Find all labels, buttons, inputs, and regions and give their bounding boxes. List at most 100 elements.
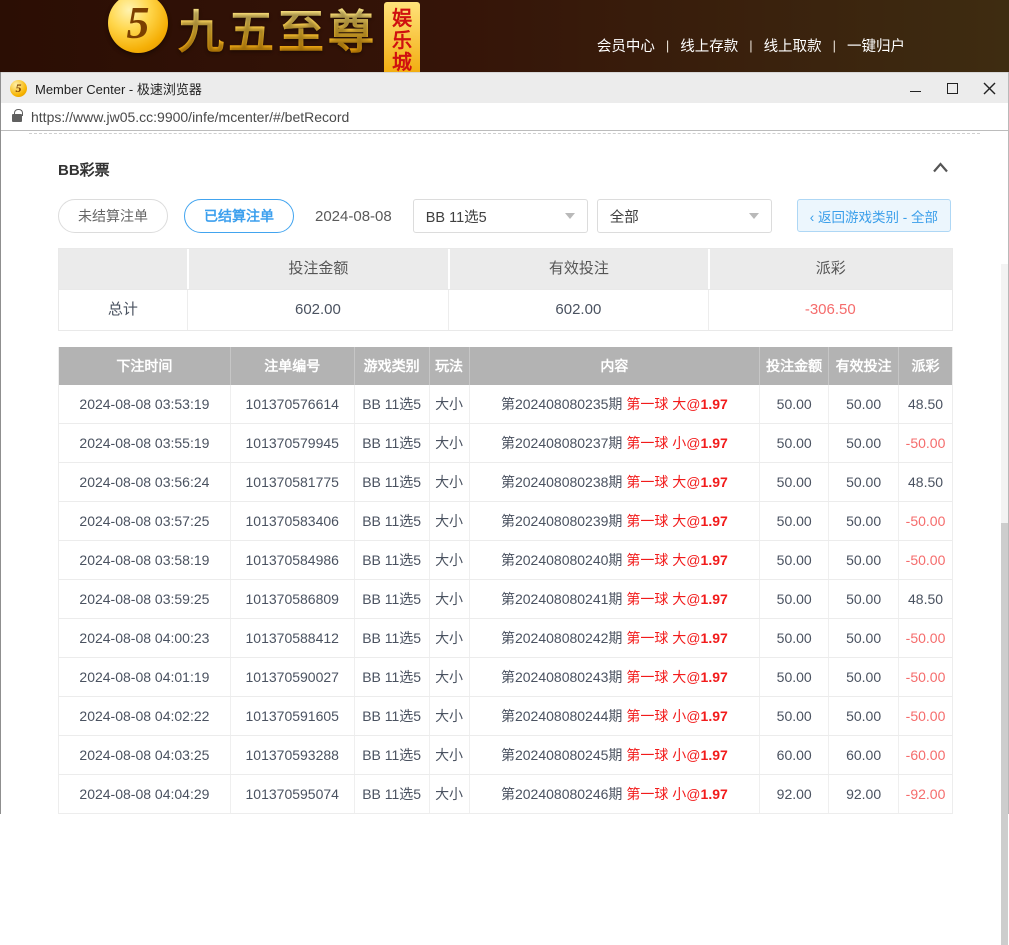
pick-selection: 第一球 小@ — [626, 708, 700, 724]
bet-content: 第202408080246期第一球 小@1.97 — [469, 775, 760, 813]
bet-time: 2024-08-08 04:04:29 — [59, 775, 230, 813]
minimize-button[interactable] — [897, 73, 934, 104]
bet-id: 101370584986 — [230, 541, 354, 579]
bet-time: 2024-08-08 03:57:25 — [59, 502, 230, 540]
game-type: BB 11选5 — [354, 424, 429, 462]
casino-banner: 5 九五至尊 娱 乐 城 会员中心 | 线上存款 | 线上取款 | 一键归户 — [0, 0, 1009, 72]
nav-separator: | — [833, 38, 836, 53]
payout: -50.00 — [898, 424, 952, 462]
odds-value: 1.97 — [701, 396, 728, 412]
bet-time: 2024-08-08 03:56:24 — [59, 463, 230, 501]
game-type: BB 11选5 — [354, 463, 429, 501]
odds-value: 1.97 — [701, 552, 728, 568]
odds-value: 1.97 — [701, 435, 728, 451]
play-type: 大小 — [429, 697, 469, 735]
odds-value: 1.97 — [701, 474, 728, 490]
nav-member-center[interactable]: 会员中心 — [597, 35, 655, 56]
url-text: https://www.jw05.cc:9900/infe/mcenter/#/… — [31, 109, 349, 125]
play-type: 大小 — [429, 385, 469, 423]
period-number: 第202408080244期 — [501, 708, 622, 724]
payout: -60.00 — [898, 736, 952, 774]
type-select[interactable]: 全部 — [597, 199, 772, 233]
badge-char: 乐 — [384, 30, 420, 52]
bet-amount: 50.00 — [759, 658, 828, 696]
valid-bet: 50.00 — [828, 502, 898, 540]
odds-value: 1.97 — [701, 786, 728, 802]
tab-unsettled-bets[interactable]: 未结算注单 — [58, 199, 168, 233]
top-nav: 会员中心 | 线上存款 | 线上取款 | 一键归户 — [597, 35, 905, 56]
nav-separator: | — [666, 38, 669, 53]
table-row: 2024-08-08 04:01:19 101370590027 BB 11选5… — [59, 657, 952, 696]
logo-badge: 娱 乐 城 — [384, 2, 420, 72]
pick-selection: 第一球 大@ — [626, 591, 700, 607]
close-button[interactable] — [971, 73, 1008, 104]
period-number: 第202408080241期 — [501, 591, 622, 607]
tab-settled-bets[interactable]: 已结算注单 — [184, 199, 294, 233]
table-row: 2024-08-08 04:04:29 101370595074 BB 11选5… — [59, 774, 952, 813]
nav-separator: | — [749, 38, 752, 53]
pick-selection: 第一球 小@ — [626, 435, 700, 451]
bet-time: 2024-08-08 03:53:19 — [59, 385, 230, 423]
table-row: 2024-08-08 04:00:23 101370588412 BB 11选5… — [59, 618, 952, 657]
valid-bet: 50.00 — [828, 580, 898, 618]
scrollbar-thumb[interactable] — [1001, 523, 1008, 945]
payout: -50.00 — [898, 541, 952, 579]
period-number: 第202408080246期 — [501, 786, 622, 802]
summary-header-bet: 投注金额 — [187, 249, 448, 289]
bet-content: 第202408080243期第一球 大@1.97 — [469, 658, 760, 696]
address-bar[interactable]: https://www.jw05.cc:9900/infe/mcenter/#/… — [1, 103, 1008, 131]
odds-value: 1.97 — [701, 513, 728, 529]
bet-amount: 50.00 — [759, 463, 828, 501]
summary-total-payout: -306.50 — [708, 290, 952, 330]
bet-id: 101370593288 — [230, 736, 354, 774]
play-type: 大小 — [429, 580, 469, 618]
summary-header-valid: 有效投注 — [448, 249, 707, 289]
collapse-panel-button[interactable] — [930, 158, 951, 180]
odds-value: 1.97 — [701, 630, 728, 646]
browser-titlebar: 5 Member Center - 极速浏览器 — [1, 72, 1008, 103]
period-number: 第202408080237期 — [501, 435, 622, 451]
lock-icon — [12, 114, 22, 122]
bet-content: 第202408080238期第一球 大@1.97 — [469, 463, 760, 501]
pick-selection: 第一球 大@ — [626, 474, 700, 490]
col-header-valid-bet: 有效投注 — [828, 347, 898, 385]
bet-time: 2024-08-08 04:00:23 — [59, 619, 230, 657]
nav-deposit[interactable]: 线上存款 — [680, 35, 738, 56]
summary-table: 投注金额 有效投注 派彩 总计 602.00 602.00 -306.50 — [58, 248, 953, 331]
valid-bet: 92.00 — [828, 775, 898, 813]
maximize-icon — [947, 83, 958, 94]
play-type: 大小 — [429, 775, 469, 813]
game-type: BB 11选5 — [354, 697, 429, 735]
period-number: 第202408080239期 — [501, 513, 622, 529]
payout: -50.00 — [898, 658, 952, 696]
game-type: BB 11选5 — [354, 580, 429, 618]
play-type: 大小 — [429, 424, 469, 462]
valid-bet: 50.00 — [828, 385, 898, 423]
odds-value: 1.97 — [701, 591, 728, 607]
window-title: Member Center - 极速浏览器 — [35, 79, 202, 98]
back-to-game-category-button[interactable]: ‹ 返回游戏类别 - 全部 — [797, 199, 951, 232]
period-number: 第202408080245期 — [501, 747, 622, 763]
period-number: 第202408080242期 — [501, 630, 622, 646]
payout: -50.00 — [898, 619, 952, 657]
col-header-play: 玩法 — [429, 347, 469, 385]
game-select[interactable]: BB 11选5 — [413, 199, 588, 233]
table-row: 2024-08-08 03:58:19 101370584986 BB 11选5… — [59, 540, 952, 579]
maximize-button[interactable] — [934, 73, 971, 104]
valid-bet: 60.00 — [828, 736, 898, 774]
scrollbar-track[interactable] — [1001, 264, 1008, 945]
nav-one-key-transfer[interactable]: 一键归户 — [847, 35, 905, 56]
date-picker[interactable]: 2024-08-08 — [315, 208, 392, 225]
table-header-row: 下注时间 注单编号 游戏类别 玩法 内容 投注金额 有效投注 派彩 — [59, 347, 952, 385]
bet-amount: 50.00 — [759, 424, 828, 462]
bet-id: 101370579945 — [230, 424, 354, 462]
nav-withdraw[interactable]: 线上取款 — [764, 35, 822, 56]
chevron-down-icon — [749, 213, 759, 219]
bet-id: 101370576614 — [230, 385, 354, 423]
table-row: 2024-08-08 04:03:25 101370593288 BB 11选5… — [59, 735, 952, 774]
pick-selection: 第一球 小@ — [626, 747, 700, 763]
game-type: BB 11选5 — [354, 619, 429, 657]
pick-selection: 第一球 大@ — [626, 552, 700, 568]
bet-id: 101370595074 — [230, 775, 354, 813]
logo-95-icon: 5 — [108, 0, 168, 53]
